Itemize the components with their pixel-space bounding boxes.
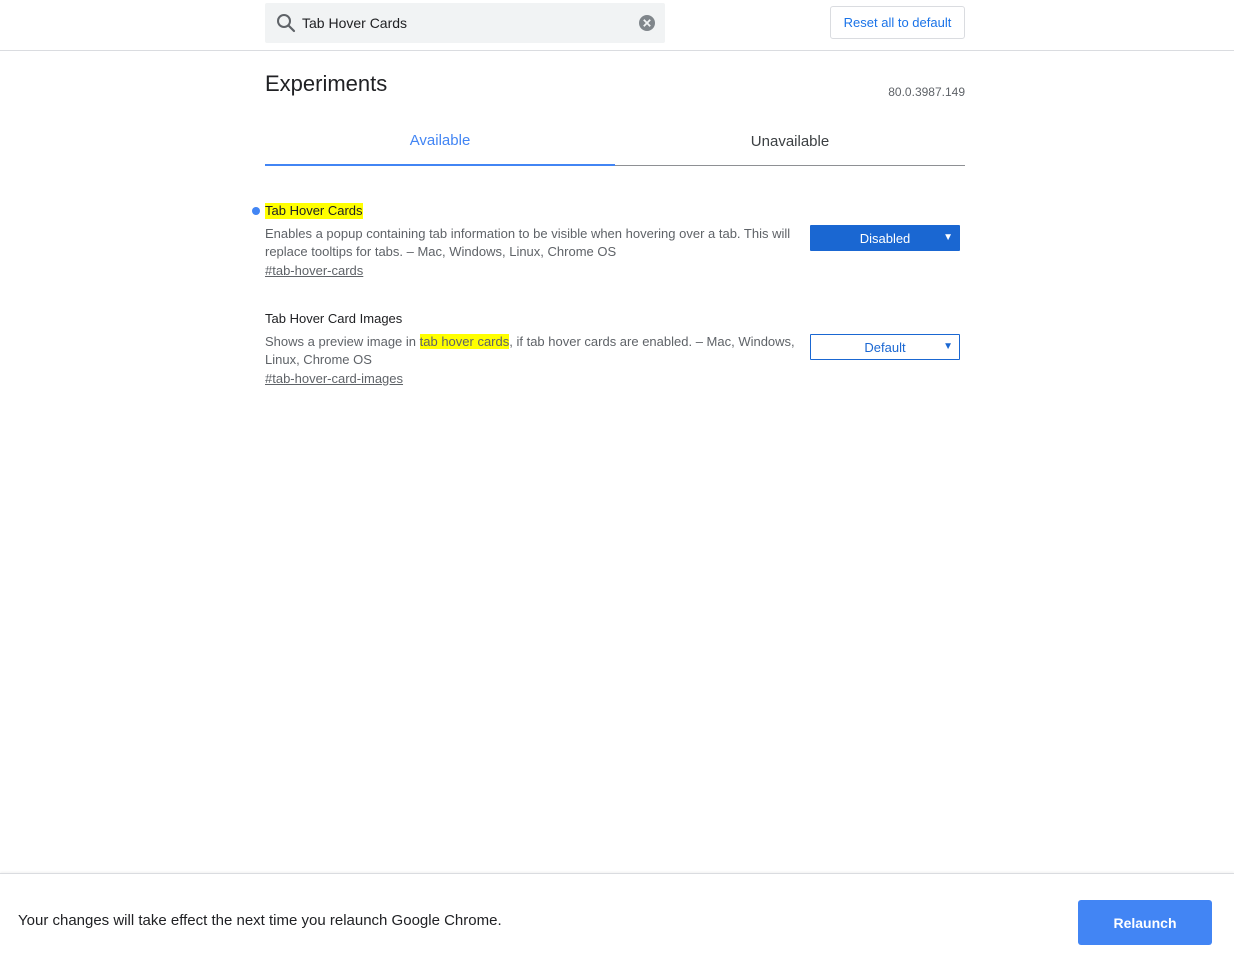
version-label: 80.0.3987.149 <box>888 85 965 99</box>
select-value: Default <box>864 339 906 355</box>
page-title: Experiments <box>265 71 388 96</box>
experiment-title: Tab Hover Cards <box>265 203 363 219</box>
reset-all-button[interactable]: Reset all to default <box>830 6 965 39</box>
modified-indicator <box>252 207 260 215</box>
search-box[interactable] <box>265 3 665 43</box>
experiment-select[interactable]: Disabled ▼ <box>810 225 960 251</box>
experiment-select[interactable]: Default ▼ <box>810 334 960 360</box>
experiment-link[interactable]: #tab-hover-card-images <box>265 371 403 386</box>
tab-bar: Available Unavailable <box>265 120 965 166</box>
experiment-link[interactable]: #tab-hover-cards <box>265 263 363 278</box>
experiment-item: Tab Hover Card Images Shows a preview im… <box>265 310 965 388</box>
description-text: Shows a preview image in <box>265 334 420 349</box>
experiment-description: Shows a preview image in tab hover cards… <box>265 333 795 369</box>
dropdown-arrow-icon: ▼ <box>943 341 953 352</box>
select-value: Disabled <box>859 230 911 246</box>
clear-icon[interactable] <box>638 14 656 32</box>
experiment-item: Tab Hover Cards Enables a popup containi… <box>252 202 965 280</box>
tab-unavailable[interactable]: Unavailable <box>615 120 965 166</box>
relaunch-button[interactable]: Relaunch <box>1078 900 1212 945</box>
search-icon <box>276 13 296 33</box>
tab-available[interactable]: Available <box>265 120 615 166</box>
relaunch-message: Your changes will take effect the next t… <box>18 912 502 929</box>
header: Reset all to default <box>0 0 1234 51</box>
experiment-title: Tab Hover Card Images <box>265 311 403 326</box>
relaunch-footer: Your changes will take effect the next t… <box>0 873 1234 963</box>
experiment-description: Enables a popup containing tab informati… <box>265 226 791 259</box>
search-input[interactable] <box>302 3 632 43</box>
dropdown-arrow-icon: ▼ <box>943 232 953 243</box>
description-highlight: tab hover cards <box>419 334 510 349</box>
